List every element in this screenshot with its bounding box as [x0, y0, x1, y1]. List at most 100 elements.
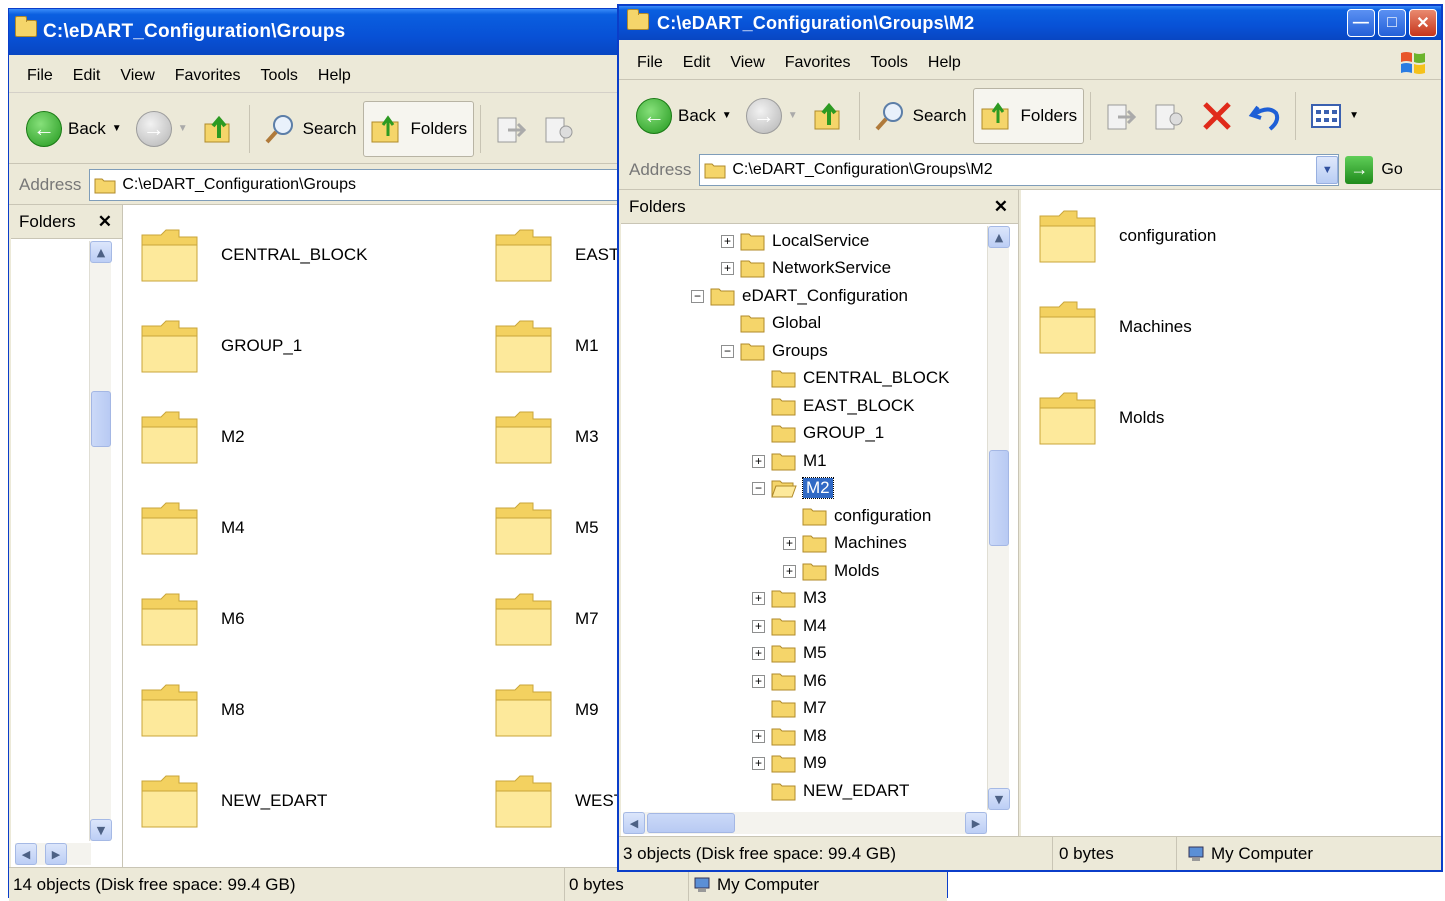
tree-node[interactable]: + M3 [752, 585, 827, 611]
menu-help[interactable]: Help [310, 67, 363, 85]
tree-node[interactable]: − Groups [721, 338, 828, 364]
expand-icon[interactable]: + [752, 591, 765, 605]
expand-icon[interactable]: + [752, 619, 765, 633]
folder-item[interactable]: M7 [493, 589, 599, 649]
menu-view[interactable]: View [722, 54, 776, 72]
up-folder-button[interactable] [195, 101, 243, 157]
menu-edit[interactable]: Edit [675, 54, 723, 72]
folder-item[interactable]: CENTRAL_BLOCK [139, 225, 367, 285]
expand-icon[interactable]: + [721, 234, 734, 248]
menu-file[interactable]: File [629, 54, 675, 72]
move-to-button[interactable] [487, 101, 535, 157]
move-to-button[interactable] [1097, 88, 1145, 144]
scroll-up-icon[interactable]: ▲ [90, 241, 112, 263]
menu-tools[interactable]: Tools [253, 67, 310, 85]
scroll-thumb[interactable] [91, 391, 111, 447]
tree-node[interactable]: + M1 [752, 448, 827, 474]
tree-node[interactable]: − eDART_Configuration [691, 283, 908, 309]
expand-icon[interactable]: + [752, 729, 765, 743]
title-bar[interactable]: C:\eDART_Configuration\Groups\M2 — □ ✕ [619, 6, 1441, 40]
scroll-thumb[interactable] [989, 450, 1009, 546]
up-folder-button[interactable] [805, 88, 853, 144]
menu-favorites[interactable]: Favorites [167, 67, 253, 85]
folders-button[interactable]: Folders [363, 100, 475, 157]
menu-tools[interactable]: Tools [863, 54, 920, 72]
folders-button[interactable]: Folders [973, 87, 1085, 144]
copy-to-button[interactable] [1145, 88, 1193, 144]
folder-item[interactable]: M3 [493, 407, 599, 467]
maximize-button[interactable]: □ [1378, 9, 1406, 37]
views-button[interactable]: ▼ [1302, 88, 1366, 144]
tree-horizontal-scrollbar[interactable]: ◀ ▶ [623, 812, 987, 834]
folder-item[interactable]: configuration [1037, 206, 1216, 266]
close-button[interactable]: ✕ [1409, 9, 1437, 37]
tree-node[interactable]: + LocalService [721, 228, 869, 254]
folder-item[interactable]: M6 [139, 589, 245, 649]
menu-view[interactable]: View [112, 67, 166, 85]
scroll-right-icon[interactable]: ▶ [45, 843, 67, 865]
menu-help[interactable]: Help [920, 54, 973, 72]
folder-item[interactable]: M9 [493, 680, 599, 740]
chevron-down-icon[interactable]: ▼ [112, 123, 122, 134]
tree-node[interactable]: + M5 [752, 640, 827, 666]
folder-item[interactable]: Machines [1037, 297, 1192, 357]
scroll-down-icon[interactable]: ▼ [988, 788, 1010, 810]
tree-node[interactable]: M7 [771, 695, 827, 721]
minimize-button[interactable]: — [1347, 9, 1375, 37]
tree-node[interactable]: + NetworkService [721, 255, 891, 281]
tree-node[interactable]: GROUP_1 [771, 420, 884, 446]
tree-node[interactable]: Global [740, 310, 821, 336]
expand-icon[interactable]: + [752, 756, 765, 770]
tree-horizontal-scrollbar[interactable]: ◀ ▶ [15, 843, 91, 865]
folder-item[interactable]: GROUP_1 [139, 316, 302, 376]
folder-item[interactable]: M4 [139, 498, 245, 558]
tree-vertical-scrollbar[interactable]: ▲ ▼ [987, 226, 1010, 810]
tree-node[interactable]: + Machines [783, 530, 907, 556]
forward-button[interactable]: → ▼ [129, 101, 195, 157]
folder-item[interactable]: NEW_EDART [139, 771, 327, 831]
expand-icon[interactable]: + [752, 454, 765, 468]
tree-node[interactable]: CENTRAL_BLOCK [771, 365, 949, 391]
tree-node[interactable]: NEW_EDART [771, 778, 909, 804]
tree-node-selected[interactable]: − M2 [752, 475, 834, 501]
menu-edit[interactable]: Edit [65, 67, 113, 85]
search-button[interactable]: Search [866, 88, 974, 144]
menu-favorites[interactable]: Favorites [777, 54, 863, 72]
tree-node[interactable]: + M8 [752, 723, 827, 749]
tree-node[interactable]: + Molds [783, 558, 879, 584]
folder-item[interactable]: EAST_ [493, 225, 629, 285]
forward-button[interactable]: → ▼ [739, 88, 805, 144]
tree-node[interactable]: + M9 [752, 750, 827, 776]
close-icon[interactable]: ✕ [98, 212, 112, 232]
copy-to-button[interactable] [535, 101, 583, 157]
folder-item[interactable]: M1 [493, 316, 599, 376]
scroll-left-icon[interactable]: ◀ [15, 843, 37, 865]
back-button[interactable]: ← Back ▼ [19, 101, 129, 157]
chevron-down-icon[interactable]: ▼ [1316, 155, 1339, 184]
scroll-up-icon[interactable]: ▲ [988, 226, 1010, 248]
scroll-down-icon[interactable]: ▼ [90, 819, 112, 841]
folder-item[interactable]: WEST [493, 771, 624, 831]
collapse-icon[interactable]: − [752, 481, 765, 495]
collapse-icon[interactable]: − [721, 344, 734, 358]
folder-item[interactable]: Molds [1037, 388, 1164, 448]
go-button[interactable]: → Go [1345, 155, 1403, 184]
chevron-down-icon[interactable]: ▼ [722, 110, 732, 121]
tree-node[interactable]: EAST_BLOCK [771, 393, 915, 419]
tree-node[interactable]: + M6 [752, 668, 827, 694]
scroll-left-icon[interactable]: ◀ [623, 812, 645, 834]
expand-icon[interactable]: + [752, 646, 765, 660]
expand-icon[interactable]: + [783, 536, 796, 550]
expand-icon[interactable]: + [783, 564, 796, 578]
folder-item[interactable]: M5 [493, 498, 599, 558]
scroll-right-icon[interactable]: ▶ [965, 812, 987, 834]
collapse-icon[interactable]: − [691, 289, 704, 303]
address-input[interactable]: C:\eDART_Configuration\Groups\M2 ▼ [699, 153, 1340, 186]
expand-icon[interactable]: + [721, 261, 734, 275]
undo-button[interactable] [1241, 88, 1289, 144]
expand-icon[interactable]: + [752, 674, 765, 688]
folder-item[interactable]: M8 [139, 680, 245, 740]
tree-node[interactable]: configuration [802, 503, 931, 529]
address-input[interactable]: C:\eDART_Configuration\Groups [89, 168, 630, 201]
tree-node[interactable]: + M4 [752, 613, 827, 639]
